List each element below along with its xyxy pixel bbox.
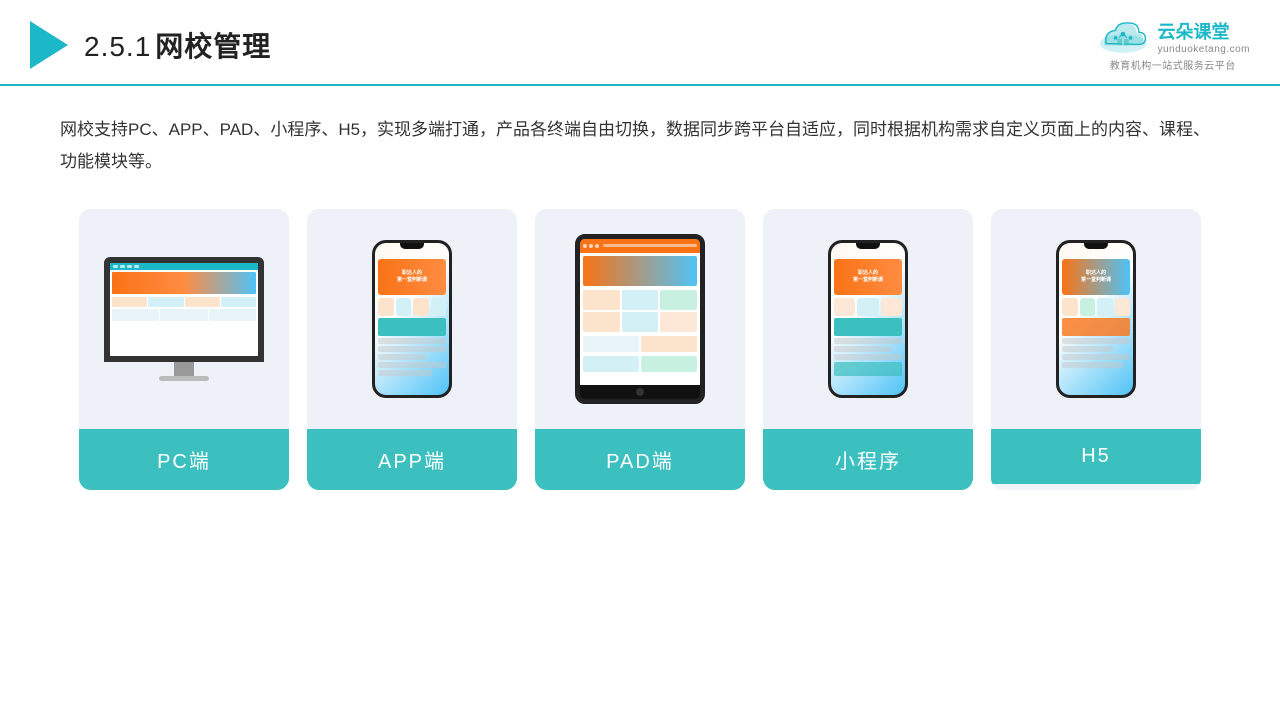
card-image-pc — [79, 209, 289, 429]
phone-screen-app: 职达人的第一堂判断课 — [375, 243, 449, 395]
card-miniprogram: 职达人的第一堂判断课 小程序 — [763, 209, 973, 490]
card-image-miniprogram: 职达人的第一堂判断课 — [763, 209, 973, 429]
card-image-pad — [535, 209, 745, 429]
description-text: 网校支持PC、APP、PAD、小程序、H5，实现多端打通，产品各终端自由切换，数… — [0, 86, 1280, 199]
phone-screen-miniprogram: 职达人的第一堂判断课 — [831, 243, 905, 395]
card-label-pad: PAD端 — [535, 429, 745, 490]
logo-tagline: 教育机构一站式服务云平台 — [1110, 57, 1236, 72]
phone-notch-2 — [856, 243, 880, 249]
header-left: 2.5.1网校管理 — [30, 21, 271, 69]
phone-notch-3 — [1084, 243, 1108, 249]
play-icon — [30, 21, 68, 69]
tablet-screen — [580, 239, 700, 385]
phone-screen-h5: 职达人的第一堂判断课 — [1059, 243, 1133, 395]
card-label-h5: H5 — [991, 429, 1201, 484]
logo-icon: 云朵课堂 yunduoketang.com — [1095, 18, 1250, 55]
phone-mockup-h5: 职达人的第一堂判断课 — [1056, 240, 1136, 398]
logo-text: 云朵课堂 yunduoketang.com — [1157, 18, 1250, 55]
phone-mockup-miniprogram: 职达人的第一堂判断课 — [828, 240, 908, 398]
cloud-icon — [1095, 19, 1151, 55]
monitor-base — [159, 376, 209, 381]
card-app: 职达人的第一堂判断课 APP端 — [307, 209, 517, 490]
tablet-mockup — [575, 234, 705, 404]
logo-area: 云朵课堂 yunduoketang.com 教育机构一站式服务云平台 — [1095, 18, 1250, 72]
card-image-h5: 职达人的第一堂判断课 — [991, 209, 1201, 429]
monitor-stand — [174, 362, 194, 376]
pc-screen — [104, 257, 264, 362]
cards-container: PC端 职达人的第一堂判断课 — [0, 199, 1280, 520]
phone-mockup-app: 职达人的第一堂判断课 — [372, 240, 452, 398]
card-h5: 职达人的第一堂判断课 H5 — [991, 209, 1201, 490]
page-title: 2.5.1网校管理 — [84, 25, 271, 65]
card-pc: PC端 — [79, 209, 289, 490]
tablet-home-button — [636, 388, 644, 396]
card-label-app: APP端 — [307, 429, 517, 490]
card-pad: PAD端 — [535, 209, 745, 490]
page-header: 2.5.1网校管理 云朵课堂 yunduoketang.com — [0, 0, 1280, 86]
card-label-miniprogram: 小程序 — [763, 429, 973, 490]
card-image-app: 职达人的第一堂判断课 — [307, 209, 517, 429]
phone-notch — [400, 243, 424, 249]
card-label-pc: PC端 — [79, 429, 289, 490]
